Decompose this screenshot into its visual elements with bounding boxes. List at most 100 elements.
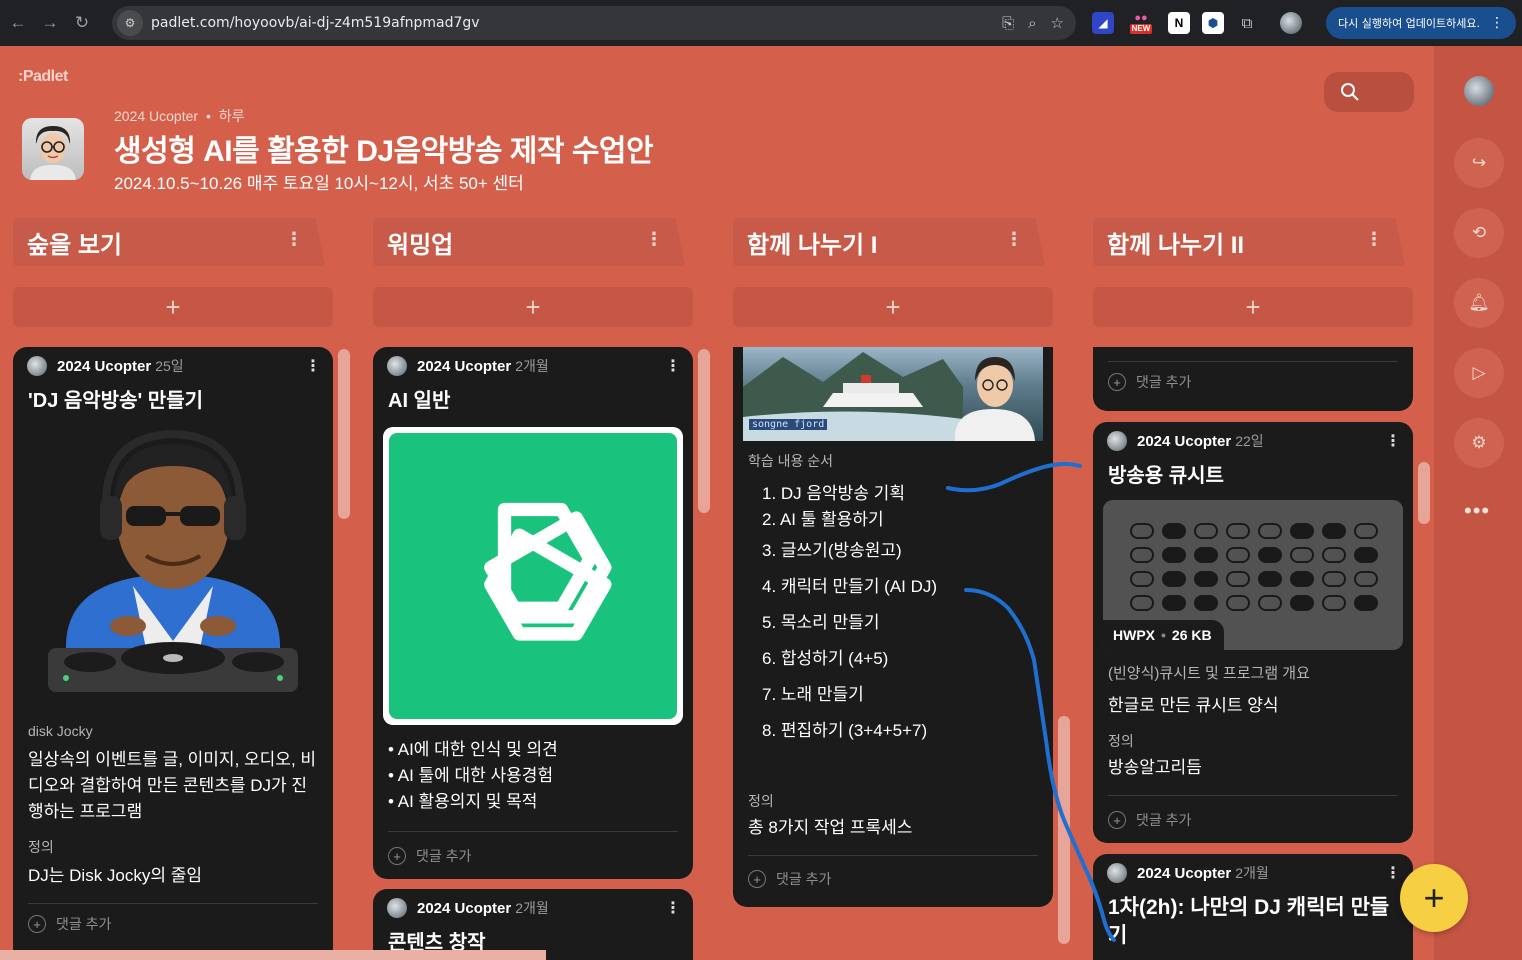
extensions-puzzle-icon[interactable]: ⧉ <box>1236 12 1258 34</box>
post-age: 2개월 <box>515 358 549 374</box>
extension-hex-icon[interactable]: ⬢ <box>1202 12 1224 34</box>
add-post-button[interactable]: + <box>733 287 1053 327</box>
section-title: 함께 나누기 II <box>1107 231 1245 259</box>
section-header-share-2[interactable]: 함께 나누기 II ⋮ <box>1093 218 1405 266</box>
add-comment-label: 댓글 추가 <box>416 848 472 864</box>
post-card[interactable]: 2024 Ucopter 2개월 ⋮ 1차(2h): 나만의 DJ 캐릭터 만들… <box>1093 854 1413 960</box>
section-header-forest[interactable]: 숲을 보기 ⋮ <box>13 218 325 266</box>
bullet-item: • AI 툴에 대한 사용경험 <box>388 766 554 785</box>
post-menu-icon[interactable]: ⋮ <box>665 898 681 918</box>
post-age: 2개월 <box>515 900 549 916</box>
reload-icon[interactable]: ↻ <box>68 9 96 37</box>
add-comment-button[interactable]: + 댓글 추가 <box>373 832 693 879</box>
section-menu-icon[interactable]: ⋮ <box>1005 229 1023 250</box>
bullet-item: • AI에 대한 인식 및 의견 <box>388 740 558 759</box>
definition-label: 정의 <box>28 839 54 855</box>
notifications-button[interactable]: 🔔︎ <box>1454 278 1504 328</box>
step-item: 4. 캐릭터 만들기 (AI DJ) <box>762 577 938 596</box>
post-menu-icon[interactable]: ⋮ <box>305 356 321 376</box>
definition-text: DJ는 Disk Jocky의 줄임 <box>28 866 203 885</box>
share-button[interactable]: ↪ <box>1454 138 1504 188</box>
site-info-icon[interactable]: ⚙ <box>117 10 143 36</box>
bullet-item: • AI 활용의지 및 목적 <box>388 792 538 811</box>
extension-new-icon[interactable]: ●● NEW <box>1126 12 1156 34</box>
add-comment-label: 댓글 추가 <box>56 916 112 932</box>
board-author: 2024 Ucopter <box>114 108 199 124</box>
post-menu-icon[interactable]: ⋮ <box>1385 431 1401 451</box>
post-age: 25일 <box>155 358 184 374</box>
post-image[interactable] <box>383 427 683 725</box>
column-scrollbar[interactable] <box>1418 462 1430 524</box>
padlet-logo[interactable]: :Padlet <box>18 68 68 86</box>
post-age: 2개월 <box>1235 865 1269 881</box>
horizontal-scrollbar[interactable] <box>0 950 546 960</box>
post-menu-icon[interactable]: ⋮ <box>665 356 681 376</box>
column-scrollbar[interactable] <box>698 349 710 513</box>
add-comment-button[interactable]: + 댓글 추가 <box>13 904 333 944</box>
file-type: HWPX <box>1113 627 1155 643</box>
add-comment-button[interactable]: + 댓글 추가 <box>1093 796 1413 843</box>
settings-button[interactable]: ⚙ <box>1454 418 1504 468</box>
profile-avatar-icon[interactable] <box>1280 12 1302 34</box>
post-image[interactable] <box>13 421 333 711</box>
remake-button[interactable]: ⟲ <box>1454 208 1504 258</box>
plus-icon: + <box>28 915 46 933</box>
add-comment-button[interactable]: + 댓글 추가 <box>733 856 1053 902</box>
user-avatar[interactable] <box>1464 76 1494 106</box>
steps-label: 학습 내용 순서 <box>748 453 834 469</box>
add-comment-label: 댓글 추가 <box>1136 374 1192 390</box>
address-bar[interactable]: ⚙ padlet.com/hoyoovb/ai-dj-z4m519afnpmad… <box>112 6 1076 40</box>
update-browser-button[interactable]: 다시 실행하여 업데이트하세요. ⋮ <box>1326 7 1516 39</box>
definition-label: 정의 <box>1108 733 1134 749</box>
add-post-button[interactable]: + <box>1093 287 1413 327</box>
extension-icon-blue[interactable]: ◢ <box>1092 12 1114 34</box>
search-button[interactable] <box>1324 72 1414 112</box>
add-post-fab[interactable]: + <box>1400 864 1468 932</box>
more-options-icon[interactable]: ••• <box>1464 498 1490 524</box>
url-text: padlet.com/hoyoovb/ai-dj-z4m519afnpmad7g… <box>151 15 480 31</box>
post-card[interactable]: 2024 Ucopter 2개월 ⋮ AI 일반 • AI에 대한 인식 및 의… <box>373 347 693 879</box>
column-scrollbar[interactable] <box>338 349 350 519</box>
steps-list: 1. DJ 음악방송 기획 2. AI 툴 활용하기 3. 글쓰기(방송원고) … <box>733 481 1053 749</box>
file-pattern-icon <box>1130 523 1378 611</box>
search-icon <box>1341 83 1359 101</box>
new-badge: NEW <box>1129 24 1153 34</box>
section-header-warmup[interactable]: 워밍업 ⋮ <box>373 218 685 266</box>
attachment-preview[interactable]: HWPX • 26 KB <box>1103 500 1403 650</box>
section-menu-icon[interactable]: ⋮ <box>285 229 303 250</box>
add-post-button[interactable]: + <box>13 287 333 327</box>
kebab-menu-icon: ⋮ <box>1490 15 1505 31</box>
share-icon: ↪ <box>1471 153 1487 172</box>
zoom-icon[interactable]: ⌕ <box>1028 15 1036 32</box>
post-card[interactable]: songne fjord 학습 내용 순서 1. DJ 음악방송 기획 2. A… <box>733 347 1053 907</box>
bookmark-star-icon[interactable]: ☆ <box>1051 14 1064 32</box>
dj-character-image <box>48 429 298 692</box>
add-post-button[interactable]: + <box>373 287 693 327</box>
column-scrollbar[interactable] <box>1058 716 1070 944</box>
step-item: 5. 목소리 만들기 <box>762 613 880 632</box>
author-avatar <box>1107 863 1127 883</box>
post-card[interactable]: 2024 Ucopter 25일 ⋮ 'DJ 음악방송' 만들기 disk Jo… <box>13 347 333 960</box>
update-label: 다시 실행하여 업데이트하세요. <box>1337 17 1481 30</box>
forward-icon[interactable]: → <box>36 9 64 37</box>
add-comment-label: 댓글 추가 <box>776 871 832 887</box>
slideshow-button[interactable]: ▷ <box>1454 348 1504 398</box>
post-card[interactable]: + 댓글 추가 <box>1093 347 1413 411</box>
add-comment-button[interactable]: + 댓글 추가 <box>1093 362 1413 402</box>
post-menu-icon[interactable]: ⋮ <box>1385 863 1401 883</box>
notion-icon[interactable]: N <box>1168 12 1190 34</box>
definition-text: 총 8가지 작업 프록세스 <box>748 818 913 837</box>
section-menu-icon[interactable]: ⋮ <box>645 229 663 250</box>
author-avatar <box>1107 431 1127 451</box>
play-icon: ▷ <box>1472 363 1486 382</box>
back-icon[interactable]: ← <box>4 9 32 37</box>
post-card[interactable]: 2024 Ucopter 22일 ⋮ 방송용 큐시트 HWPX • 26 KB … <box>1093 422 1413 843</box>
image-watermark: songne fjord <box>749 419 828 430</box>
browser-toolbar: ← → ↻ ⚙ padlet.com/hoyoovb/ai-dj-z4m519a… <box>0 0 1522 46</box>
post-image[interactable]: songne fjord <box>743 347 1043 441</box>
install-app-icon[interactable]: ⎘ <box>1002 15 1014 32</box>
post-age: 22일 <box>1235 433 1264 449</box>
section-header-share-1[interactable]: 함께 나누기 I ⋮ <box>733 218 1045 266</box>
section-menu-icon[interactable]: ⋮ <box>1365 229 1383 250</box>
section-title: 숲을 보기 <box>27 231 122 259</box>
